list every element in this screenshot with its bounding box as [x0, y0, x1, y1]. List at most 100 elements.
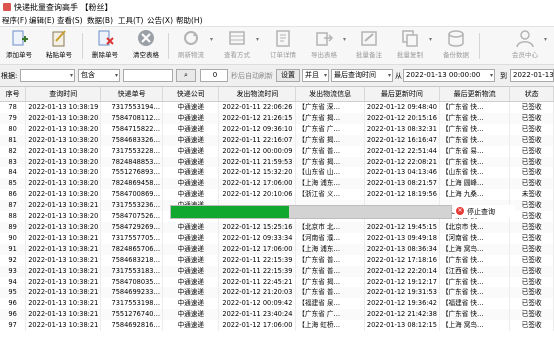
from-date-input[interactable]: 2022-01-13 00:00:00 ▾	[403, 69, 495, 82]
view-mode-button[interactable]: 查看方式 ▾	[218, 29, 259, 62]
table-cell: 已签收	[509, 134, 554, 146]
search-button[interactable]: ⌕	[176, 69, 196, 82]
delete-number-button[interactable]: 删除单号	[86, 29, 124, 62]
table-row[interactable]: 97 2022-01-13 10:38:21 7584692816… 中通速递 2022…	[0, 320, 554, 332]
table-cell: 【广东省 广…	[295, 123, 365, 135]
table-cell: 7584708112…	[100, 112, 164, 124]
table-row[interactable]: 90 2022-01-13 10:38:21 7317557705… 中通速递 2022…	[0, 232, 554, 244]
table-cell: 96	[0, 309, 27, 321]
table-cell: 2022-01-11 21:59:53	[218, 156, 297, 168]
batch-note-label: 批量备注	[356, 51, 382, 59]
table-cell: 82	[0, 145, 27, 157]
column-header[interactable]: 最后更新时间	[364, 87, 440, 102]
table-cell: 2022-01-12 19:31:53	[364, 287, 440, 299]
table-cell: 2022-01-13 10:38:21	[25, 276, 102, 288]
add-number-button[interactable]: 添加单号	[0, 29, 38, 62]
table-cell: 【浙江省 义…	[295, 189, 365, 201]
table-row[interactable]: 93 2022-01-13 10:38:21 7317553183… 中通速递 2022…	[0, 265, 554, 277]
chevron-down-icon: ▾	[69, 72, 73, 79]
window-title: 快递批量查询高手 【粉丝】	[14, 3, 113, 12]
table-row[interactable]: 94 2022-01-13 10:38:21 7584708035… 中通速递 2022…	[0, 276, 554, 288]
backup-data-button[interactable]: 备份数据	[437, 29, 475, 62]
column-header[interactable]: 序号	[0, 87, 27, 102]
table-cell: 已签收	[509, 232, 554, 244]
table-cell: 2022-01-12 17:06:00	[218, 243, 297, 255]
export-table-button[interactable]: 导出表格 ▾	[305, 29, 346, 62]
table-cell: 91	[0, 243, 27, 255]
logic-select[interactable]: 并且 ▾	[302, 69, 329, 82]
menu-data[interactable]: 数据(B)	[87, 15, 113, 26]
refresh-logistics-button[interactable]: 刷新物流 ▾	[172, 29, 213, 62]
column-header[interactable]: 查询时间	[25, 87, 102, 102]
table-cell: 【福建省 泉…	[295, 298, 365, 310]
table-cell: 2022-01-12 20:10:06	[218, 189, 297, 201]
table-cell: 已签收	[509, 298, 554, 310]
table-cell: 7551276740…	[100, 309, 164, 321]
menu-program[interactable]: 程序(F)	[2, 15, 27, 26]
menu-edit[interactable]: 编辑(E)	[29, 15, 55, 26]
table-cell: 【上海 虹桥…	[295, 320, 365, 332]
table-cell: 中通速递	[162, 298, 220, 310]
member-center-button[interactable]: 会员中心 ▾	[506, 29, 547, 62]
table-row[interactable]: 80 2022-01-13 10:38:20 7584715822… 中通速递 2022…	[0, 123, 554, 135]
table-row[interactable]: 96 2022-01-13 10:38:21 7317553198… 中通速递 2022…	[0, 298, 554, 310]
table-cell: 中通速递	[162, 232, 220, 244]
date-field-select[interactable]: 最后查询时间 ▾	[331, 69, 393, 82]
column-header[interactable]: 快递公司	[162, 87, 220, 102]
batch-copy-button[interactable]: 批量复制 ▾	[391, 29, 432, 62]
table-row[interactable]: 81 2022-01-13 10:38:20 7584683326… 中通速递 2022…	[0, 134, 554, 146]
table-row[interactable]: 89 2022-01-13 10:38:20 7584729269… 中通速递 2022…	[0, 221, 554, 233]
to-date-input[interactable]: 2022-01-13	[510, 69, 554, 82]
order-detail-icon	[276, 30, 290, 47]
table-row[interactable]: 95 2022-01-13 10:38:21 7584699233… 中通速递 2022…	[0, 287, 554, 299]
table-cell: 2022-01-13 10:38:21	[25, 309, 102, 321]
table-cell: 已签收	[509, 101, 554, 113]
table-row[interactable]: 78 2022-01-13 10:38:19 7317553194… 中通速递 2022…	[0, 101, 554, 113]
table-cell: 【广东省 快…	[439, 112, 511, 124]
from-label: 从	[395, 72, 402, 80]
paste-icon	[52, 30, 66, 47]
stop-query-button[interactable]: ✕ 停止查询	[455, 205, 515, 218]
filter-condition-select[interactable]: 包含 ▾	[78, 69, 120, 82]
table-row[interactable]: 83 2022-01-13 10:38:20 7824848853… 中通速递 2022…	[0, 156, 554, 168]
batch-note-button[interactable]: 批量备注	[350, 29, 388, 62]
to-date-value: 2022-01-13	[513, 71, 554, 79]
table-cell: 【广东省 普…	[295, 254, 365, 266]
table-row[interactable]: 92 2022-01-13 10:38:21 7584683218… 中通速递 2022…	[0, 254, 554, 266]
refresh-seconds-input[interactable]: 0	[200, 69, 228, 82]
column-header[interactable]: 状态	[509, 87, 554, 102]
order-detail-button[interactable]: 订单详情	[264, 29, 302, 62]
table-row[interactable]: 82 2022-01-13 10:38:20 7317553228… 中通速递 2022…	[0, 145, 554, 157]
menu-announce[interactable]: 公告(X)	[147, 15, 173, 26]
table-cell: 7317553228…	[100, 145, 164, 157]
settings-button[interactable]: 设置	[276, 69, 300, 82]
table-cell: 2022-01-13 10:38:21	[25, 254, 102, 266]
clear-table-button[interactable]: 清空表格	[127, 29, 165, 62]
table-cell: 2022-01-13 10:38:20	[25, 178, 102, 190]
table-row[interactable]: 96 2022-01-13 10:38:21 7551276740… 中通速递 2022…	[0, 309, 554, 321]
table-cell: 2022-01-13 08:12:15	[364, 320, 440, 332]
refresh-logistics-label: 刷新物流	[178, 51, 204, 59]
column-header[interactable]: 最后更新物流	[439, 87, 511, 102]
table-cell: 79	[0, 112, 27, 124]
table-row[interactable]: 91 2022-01-13 10:38:21 7824865706… 中通速递 2022…	[0, 243, 554, 255]
menu-tools[interactable]: 工具(T)	[118, 15, 143, 26]
table-cell: 7551276893…	[100, 167, 164, 179]
filter-field-select[interactable]: ▾	[20, 69, 75, 82]
table-row[interactable]: 86 2022-01-13 10:38:20 7584700869… 中通速递 2022…	[0, 189, 554, 201]
table-cell: 【上海 圆峰…	[439, 178, 511, 190]
table-row[interactable]: 84 2022-01-13 10:38:20 7551276893… 中通速递 2022…	[0, 167, 554, 179]
paste-number-button[interactable]: 粘贴单号	[40, 29, 78, 62]
table-cell: 【山东省 快…	[439, 167, 511, 179]
column-header[interactable]: 发出物流信息	[295, 87, 365, 102]
menu-view[interactable]: 查看(S)	[57, 15, 83, 26]
table-cell: 81	[0, 134, 27, 146]
column-header[interactable]: 发出物流时间	[218, 87, 297, 102]
table-row[interactable]: 85 2022-01-13 10:38:20 7824869458… 中通速递 2022…	[0, 178, 554, 190]
table-cell: 中通速递	[162, 276, 220, 288]
menu-help[interactable]: 帮助(H)	[176, 15, 203, 26]
filter-keyword-input[interactable]	[123, 69, 173, 82]
table-row[interactable]: 79 2022-01-13 10:38:20 7584708112… 中通速递 2022…	[0, 112, 554, 124]
table-cell: 中通速递	[162, 178, 220, 190]
column-header[interactable]: 快递单号	[100, 87, 164, 102]
